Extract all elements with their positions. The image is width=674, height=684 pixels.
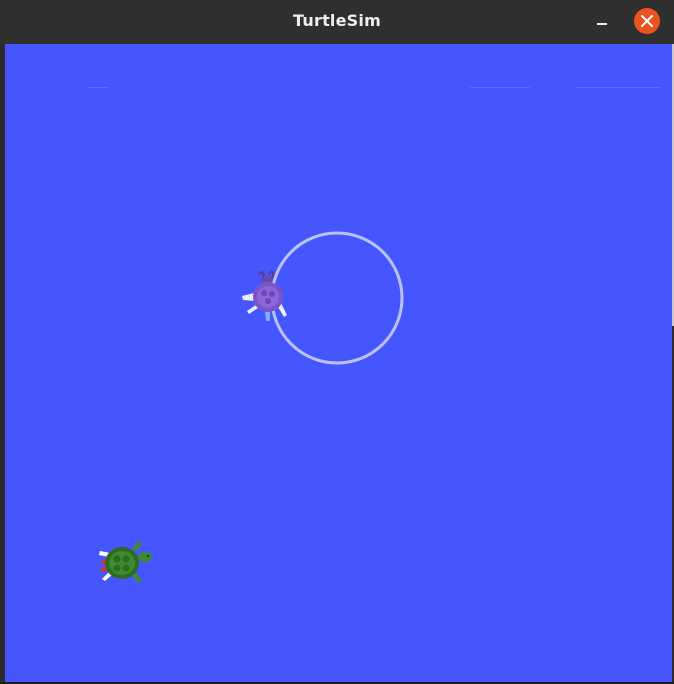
close-button[interactable] — [634, 8, 660, 34]
title-bar[interactable]: TurtleSim — [0, 0, 674, 44]
turtlesim-window: TurtleSim — [0, 0, 674, 684]
close-icon — [641, 15, 653, 27]
turtle-canvas[interactable] — [5, 44, 672, 682]
window-title: TurtleSim — [293, 11, 381, 30]
turtle-green[interactable] — [90, 532, 160, 592]
turtle-purple[interactable] — [239, 267, 299, 327]
minimize-icon — [597, 23, 607, 25]
minimize-button[interactable] — [588, 8, 616, 36]
